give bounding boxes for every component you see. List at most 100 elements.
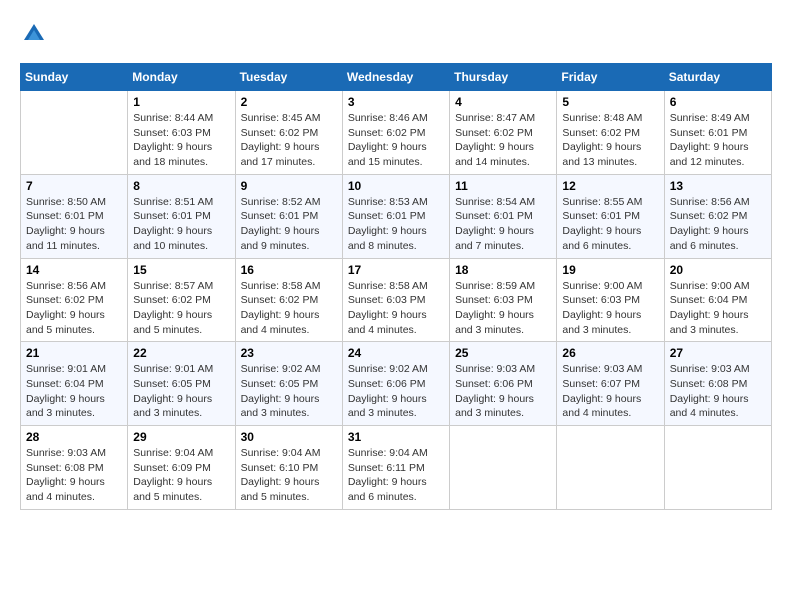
day-number: 11 [455, 179, 551, 193]
calendar-cell [557, 426, 664, 510]
day-info: Sunrise: 9:00 AMSunset: 6:03 PMDaylight:… [562, 279, 658, 338]
day-number: 17 [348, 263, 444, 277]
day-number: 4 [455, 95, 551, 109]
day-number: 25 [455, 346, 551, 360]
col-header-saturday: Saturday [664, 64, 771, 91]
col-header-tuesday: Tuesday [235, 64, 342, 91]
calendar-cell: 20 Sunrise: 9:00 AMSunset: 6:04 PMDaylig… [664, 258, 771, 342]
day-info: Sunrise: 8:49 AMSunset: 6:01 PMDaylight:… [670, 111, 766, 170]
calendar-cell: 12 Sunrise: 8:55 AMSunset: 6:01 PMDaylig… [557, 174, 664, 258]
calendar-cell: 10 Sunrise: 8:53 AMSunset: 6:01 PMDaylig… [342, 174, 449, 258]
calendar-cell: 15 Sunrise: 8:57 AMSunset: 6:02 PMDaylig… [128, 258, 235, 342]
day-info: Sunrise: 8:44 AMSunset: 6:03 PMDaylight:… [133, 111, 229, 170]
day-number: 23 [241, 346, 337, 360]
page-header [20, 20, 772, 53]
day-info: Sunrise: 9:04 AMSunset: 6:11 PMDaylight:… [348, 446, 444, 505]
day-info: Sunrise: 8:59 AMSunset: 6:03 PMDaylight:… [455, 279, 551, 338]
day-number: 7 [26, 179, 122, 193]
day-info: Sunrise: 8:56 AMSunset: 6:02 PMDaylight:… [670, 195, 766, 254]
day-number: 15 [133, 263, 229, 277]
day-number: 26 [562, 346, 658, 360]
day-info: Sunrise: 8:55 AMSunset: 6:01 PMDaylight:… [562, 195, 658, 254]
day-number: 20 [670, 263, 766, 277]
day-info: Sunrise: 8:52 AMSunset: 6:01 PMDaylight:… [241, 195, 337, 254]
calendar-cell: 24 Sunrise: 9:02 AMSunset: 6:06 PMDaylig… [342, 342, 449, 426]
day-info: Sunrise: 9:04 AMSunset: 6:09 PMDaylight:… [133, 446, 229, 505]
day-number: 10 [348, 179, 444, 193]
day-info: Sunrise: 9:03 AMSunset: 6:08 PMDaylight:… [26, 446, 122, 505]
day-number: 1 [133, 95, 229, 109]
day-number: 18 [455, 263, 551, 277]
calendar-cell: 29 Sunrise: 9:04 AMSunset: 6:09 PMDaylig… [128, 426, 235, 510]
calendar-cell: 23 Sunrise: 9:02 AMSunset: 6:05 PMDaylig… [235, 342, 342, 426]
calendar-table: SundayMondayTuesdayWednesdayThursdayFrid… [20, 63, 772, 510]
day-info: Sunrise: 9:01 AMSunset: 6:05 PMDaylight:… [133, 362, 229, 421]
day-number: 29 [133, 430, 229, 444]
day-number: 13 [670, 179, 766, 193]
day-info: Sunrise: 8:48 AMSunset: 6:02 PMDaylight:… [562, 111, 658, 170]
calendar-cell: 6 Sunrise: 8:49 AMSunset: 6:01 PMDayligh… [664, 91, 771, 175]
day-number: 28 [26, 430, 122, 444]
day-info: Sunrise: 9:03 AMSunset: 6:06 PMDaylight:… [455, 362, 551, 421]
day-number: 19 [562, 263, 658, 277]
day-info: Sunrise: 9:00 AMSunset: 6:04 PMDaylight:… [670, 279, 766, 338]
calendar-cell: 1 Sunrise: 8:44 AMSunset: 6:03 PMDayligh… [128, 91, 235, 175]
day-info: Sunrise: 9:03 AMSunset: 6:07 PMDaylight:… [562, 362, 658, 421]
calendar-cell: 28 Sunrise: 9:03 AMSunset: 6:08 PMDaylig… [21, 426, 128, 510]
day-number: 16 [241, 263, 337, 277]
calendar-cell: 22 Sunrise: 9:01 AMSunset: 6:05 PMDaylig… [128, 342, 235, 426]
calendar-cell: 21 Sunrise: 9:01 AMSunset: 6:04 PMDaylig… [21, 342, 128, 426]
day-number: 22 [133, 346, 229, 360]
logo [20, 20, 52, 53]
day-info: Sunrise: 8:58 AMSunset: 6:02 PMDaylight:… [241, 279, 337, 338]
day-number: 5 [562, 95, 658, 109]
day-info: Sunrise: 8:45 AMSunset: 6:02 PMDaylight:… [241, 111, 337, 170]
col-header-sunday: Sunday [21, 64, 128, 91]
calendar-cell: 3 Sunrise: 8:46 AMSunset: 6:02 PMDayligh… [342, 91, 449, 175]
day-info: Sunrise: 8:56 AMSunset: 6:02 PMDaylight:… [26, 279, 122, 338]
day-number: 31 [348, 430, 444, 444]
calendar-cell: 26 Sunrise: 9:03 AMSunset: 6:07 PMDaylig… [557, 342, 664, 426]
day-info: Sunrise: 8:57 AMSunset: 6:02 PMDaylight:… [133, 279, 229, 338]
day-number: 24 [348, 346, 444, 360]
day-info: Sunrise: 9:03 AMSunset: 6:08 PMDaylight:… [670, 362, 766, 421]
day-info: Sunrise: 8:53 AMSunset: 6:01 PMDaylight:… [348, 195, 444, 254]
day-number: 9 [241, 179, 337, 193]
day-number: 21 [26, 346, 122, 360]
day-info: Sunrise: 8:46 AMSunset: 6:02 PMDaylight:… [348, 111, 444, 170]
day-number: 27 [670, 346, 766, 360]
day-info: Sunrise: 8:54 AMSunset: 6:01 PMDaylight:… [455, 195, 551, 254]
calendar-cell: 31 Sunrise: 9:04 AMSunset: 6:11 PMDaylig… [342, 426, 449, 510]
col-header-wednesday: Wednesday [342, 64, 449, 91]
calendar-cell: 27 Sunrise: 9:03 AMSunset: 6:08 PMDaylig… [664, 342, 771, 426]
day-info: Sunrise: 9:02 AMSunset: 6:06 PMDaylight:… [348, 362, 444, 421]
calendar-cell: 13 Sunrise: 8:56 AMSunset: 6:02 PMDaylig… [664, 174, 771, 258]
calendar-cell: 16 Sunrise: 8:58 AMSunset: 6:02 PMDaylig… [235, 258, 342, 342]
logo-icon [20, 20, 48, 53]
col-header-friday: Friday [557, 64, 664, 91]
day-info: Sunrise: 9:04 AMSunset: 6:10 PMDaylight:… [241, 446, 337, 505]
calendar-cell: 7 Sunrise: 8:50 AMSunset: 6:01 PMDayligh… [21, 174, 128, 258]
calendar-cell: 19 Sunrise: 9:00 AMSunset: 6:03 PMDaylig… [557, 258, 664, 342]
day-info: Sunrise: 8:51 AMSunset: 6:01 PMDaylight:… [133, 195, 229, 254]
calendar-week-5: 28 Sunrise: 9:03 AMSunset: 6:08 PMDaylig… [21, 426, 772, 510]
day-number: 12 [562, 179, 658, 193]
calendar-week-4: 21 Sunrise: 9:01 AMSunset: 6:04 PMDaylig… [21, 342, 772, 426]
calendar-cell: 18 Sunrise: 8:59 AMSunset: 6:03 PMDaylig… [450, 258, 557, 342]
day-number: 14 [26, 263, 122, 277]
col-header-monday: Monday [128, 64, 235, 91]
day-number: 6 [670, 95, 766, 109]
day-info: Sunrise: 8:50 AMSunset: 6:01 PMDaylight:… [26, 195, 122, 254]
calendar-cell: 2 Sunrise: 8:45 AMSunset: 6:02 PMDayligh… [235, 91, 342, 175]
calendar-cell: 30 Sunrise: 9:04 AMSunset: 6:10 PMDaylig… [235, 426, 342, 510]
calendar-cell: 4 Sunrise: 8:47 AMSunset: 6:02 PMDayligh… [450, 91, 557, 175]
day-number: 8 [133, 179, 229, 193]
calendar-header-row: SundayMondayTuesdayWednesdayThursdayFrid… [21, 64, 772, 91]
calendar-cell: 25 Sunrise: 9:03 AMSunset: 6:06 PMDaylig… [450, 342, 557, 426]
day-info: Sunrise: 9:02 AMSunset: 6:05 PMDaylight:… [241, 362, 337, 421]
calendar-week-3: 14 Sunrise: 8:56 AMSunset: 6:02 PMDaylig… [21, 258, 772, 342]
calendar-cell: 5 Sunrise: 8:48 AMSunset: 6:02 PMDayligh… [557, 91, 664, 175]
day-info: Sunrise: 8:58 AMSunset: 6:03 PMDaylight:… [348, 279, 444, 338]
calendar-cell [664, 426, 771, 510]
day-number: 2 [241, 95, 337, 109]
